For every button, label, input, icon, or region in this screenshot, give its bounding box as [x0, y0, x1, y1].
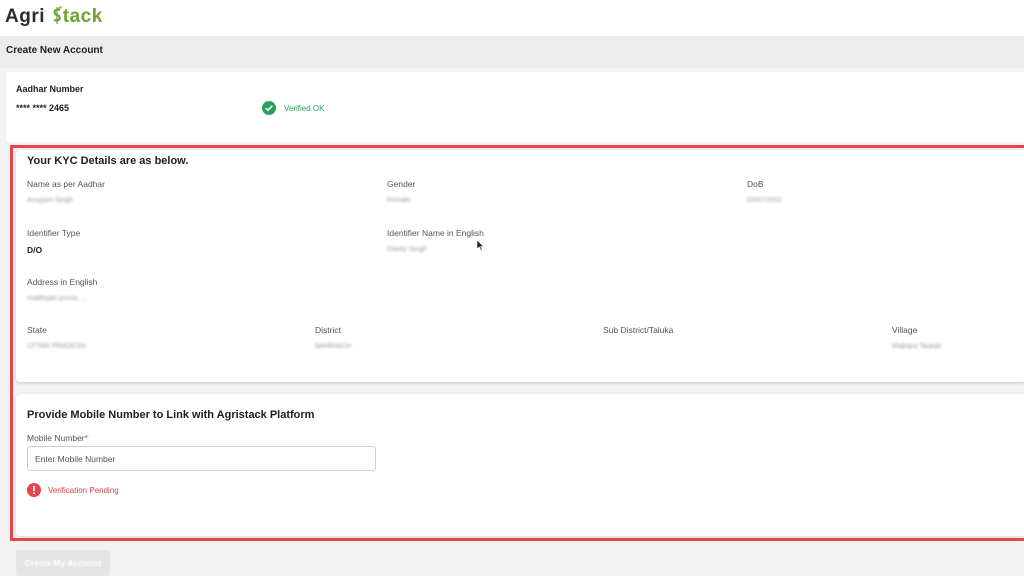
check-circle-icon — [262, 101, 276, 115]
app-header: Agri tack — [0, 0, 1024, 36]
logo-text-tack: tack — [62, 6, 103, 27]
page-title: Create New Account — [6, 45, 103, 56]
sprout-s-icon — [53, 6, 62, 24]
aadhar-value: **** **** 2465 — [16, 103, 70, 113]
logo-text-agri: Agri — [5, 6, 45, 27]
highlight-frame — [10, 145, 1024, 541]
aadhar-card — [6, 72, 1024, 142]
verified-text: Verified OK — [284, 103, 325, 113]
aadhar-verified-status: Verified OK — [262, 100, 324, 116]
page-subheader: Create New Account — [0, 36, 1024, 68]
agristack-logo[interactable]: Agri tack — [5, 5, 103, 28]
aadhar-label: Aadhar Number — [16, 84, 84, 94]
create-account-button[interactable]: Create My Account — [16, 550, 110, 576]
